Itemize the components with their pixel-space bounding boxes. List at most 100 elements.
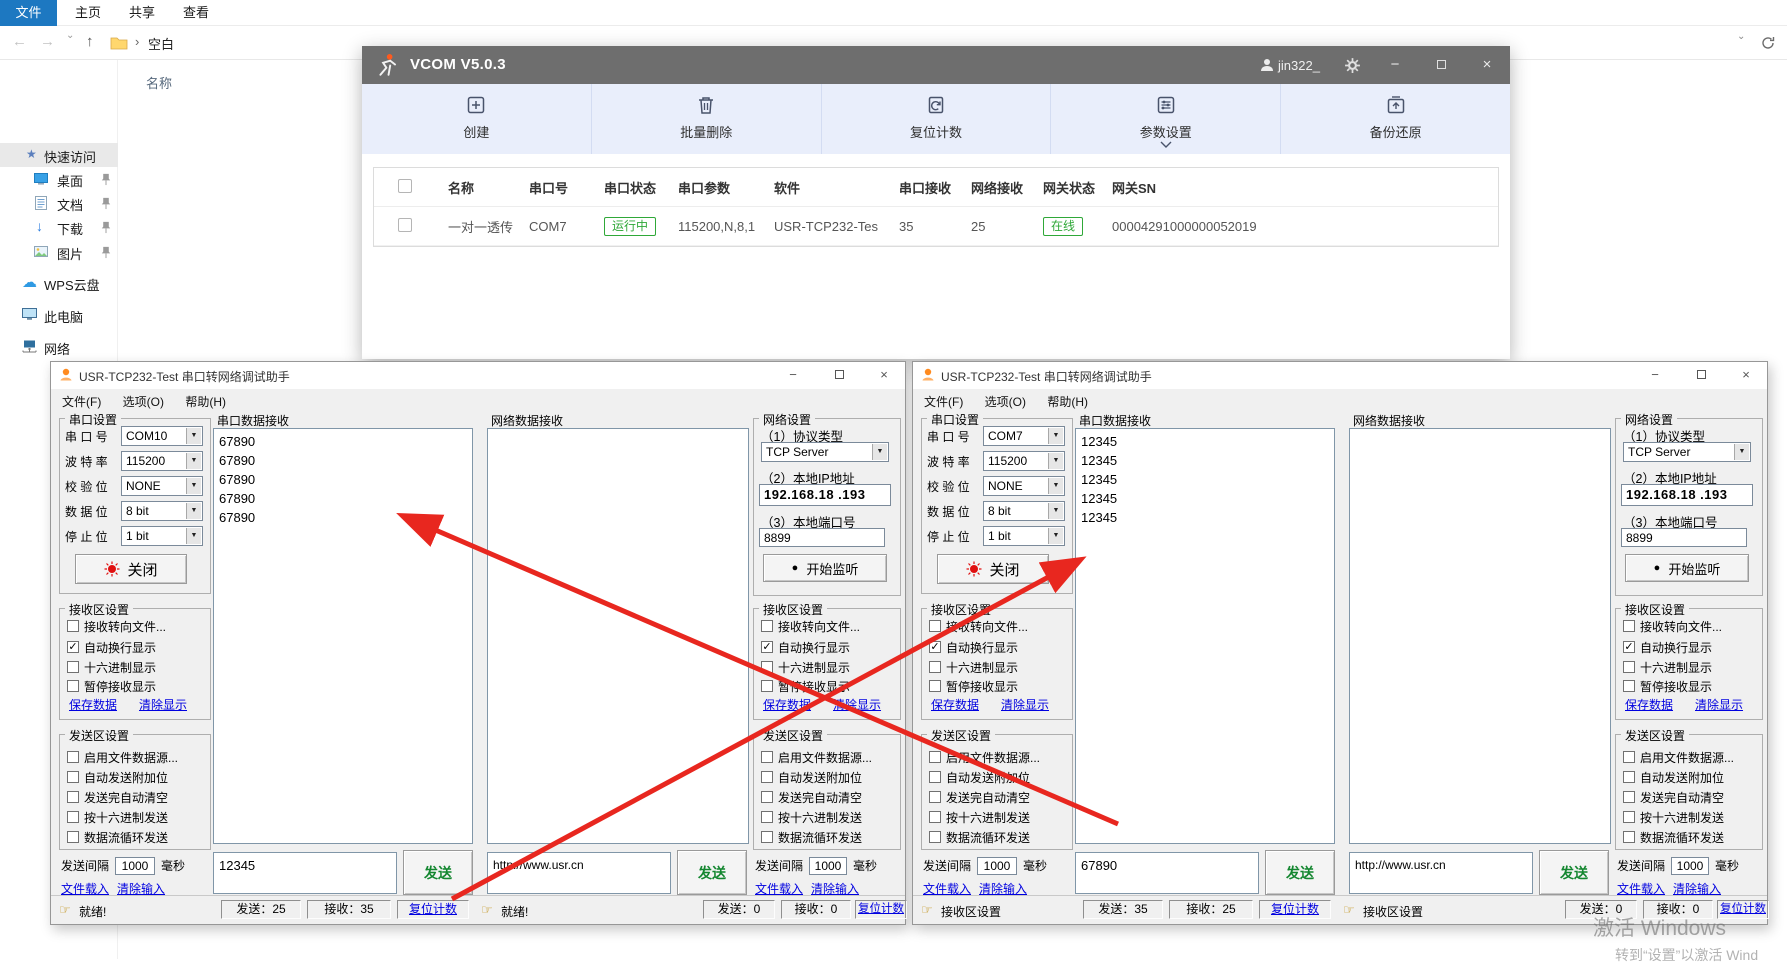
- refresh-icon[interactable]: [1761, 36, 1775, 50]
- toolbar-backup-restore-button[interactable]: 备份还原: [1281, 84, 1510, 154]
- checkbox-clear-after-send[interactable]: 发送完自动清空: [67, 790, 168, 804]
- checkbox-loop-send[interactable]: 数据流循环发送: [761, 830, 862, 844]
- checkbox-hex-display[interactable]: 十六进制显示: [1623, 660, 1712, 674]
- toolbar-param-settings-button[interactable]: 参数设置: [1051, 84, 1281, 154]
- serial-receive-area[interactable]: 67890 67890 67890 67890 67890: [213, 428, 473, 844]
- clear-input-link[interactable]: 清除输入: [979, 880, 1027, 897]
- local-port-input[interactable]: 8899: [1621, 528, 1747, 547]
- checkbox-pause-recv[interactable]: 暂停接收显示: [761, 679, 850, 693]
- serial-send-input[interactable]: 67890: [1075, 852, 1259, 894]
- checkbox-loop-send[interactable]: 数据流循环发送: [1623, 830, 1724, 844]
- checkbox-file-data-source[interactable]: 启用文件数据源...: [1623, 750, 1734, 764]
- checkbox-loop-send[interactable]: 数据流循环发送: [929, 830, 1030, 844]
- clear-input-link[interactable]: 清除输入: [1673, 880, 1721, 897]
- file-load-link[interactable]: 文件载入: [1617, 880, 1665, 897]
- titlebar[interactable]: USR-TCP232-Test 串口转网络调试助手 − ×: [51, 362, 905, 389]
- checkbox-clear-after-send[interactable]: 发送完自动清空: [761, 790, 862, 804]
- parity-select[interactable]: NONE▼: [121, 476, 203, 496]
- stop-bits-select[interactable]: 1 bit▼: [121, 526, 203, 546]
- maximize-button[interactable]: [820, 362, 858, 388]
- checkbox-recv-to-file[interactable]: 接收转向文件...: [761, 619, 860, 633]
- menu-options[interactable]: 选项(O): [114, 389, 173, 410]
- local-port-input[interactable]: 8899: [759, 528, 885, 547]
- checkbox-clear-after-send[interactable]: 发送完自动清空: [1623, 790, 1724, 804]
- start-listen-button[interactable]: ● 开始监听: [1625, 554, 1749, 582]
- clear-display-link[interactable]: 清除显示: [139, 696, 187, 713]
- close-serial-button[interactable]: 关闭: [937, 554, 1049, 584]
- checkbox-pause-recv[interactable]: 暂停接收显示: [67, 679, 156, 693]
- checkbox-pause-recv[interactable]: 暂停接收显示: [929, 679, 1018, 693]
- checkbox-auto-send-append[interactable]: 自动发送附加位: [929, 770, 1030, 784]
- checkbox-file-data-source[interactable]: 启用文件数据源...: [929, 750, 1040, 764]
- checkbox-auto-newline[interactable]: ✓自动换行显示: [1623, 640, 1712, 654]
- tab-share[interactable]: 共享: [120, 0, 164, 26]
- net-reset-count-link[interactable]: 复位计数: [1717, 900, 1769, 919]
- checkbox-auto-send-append[interactable]: 自动发送附加位: [1623, 770, 1724, 784]
- tab-view[interactable]: 查看: [174, 0, 218, 26]
- tab-file[interactable]: 文件: [0, 0, 57, 26]
- parity-select[interactable]: NONE▼: [983, 476, 1065, 496]
- menu-help[interactable]: 帮助(H): [176, 389, 235, 410]
- titlebar[interactable]: USR-TCP232-Test 串口转网络调试助手 − ×: [913, 362, 1767, 389]
- network-receive-area[interactable]: [1349, 428, 1611, 844]
- close-serial-button[interactable]: 关闭: [75, 554, 187, 584]
- serial-send-button[interactable]: 发送: [403, 850, 473, 895]
- sidebar-item-network[interactable]: 网络: [0, 335, 118, 359]
- gear-icon[interactable]: [1344, 57, 1361, 74]
- checkbox-auto-send-append[interactable]: 自动发送附加位: [67, 770, 168, 784]
- row-checkbox[interactable]: [398, 218, 412, 232]
- column-header-name[interactable]: 名称: [146, 73, 172, 92]
- protocol-select[interactable]: TCP Server▼: [1623, 442, 1751, 462]
- serial-reset-count-link[interactable]: 复位计数: [1259, 900, 1331, 919]
- menu-options[interactable]: 选项(O): [976, 389, 1035, 410]
- checkbox-send-as-hex[interactable]: 按十六进制发送: [761, 810, 862, 824]
- address-dropdown-icon[interactable]: ⌄: [1737, 31, 1745, 42]
- data-bits-select[interactable]: 8 bit▼: [121, 501, 203, 521]
- checkbox-auto-newline[interactable]: ✓自动换行显示: [67, 640, 156, 654]
- baud-rate-select[interactable]: 115200▼: [983, 451, 1065, 471]
- close-button[interactable]: ×: [1727, 362, 1765, 388]
- back-icon[interactable]: ←: [12, 33, 27, 50]
- toolbar-create-button[interactable]: 创建: [362, 84, 592, 154]
- clear-input-link[interactable]: 清除输入: [117, 880, 165, 897]
- network-receive-area[interactable]: [487, 428, 749, 844]
- close-button[interactable]: ×: [865, 362, 903, 388]
- checkbox-hex-display[interactable]: 十六进制显示: [761, 660, 850, 674]
- sidebar-item-desktop[interactable]: 桌面: [0, 167, 118, 191]
- local-ip-input[interactable]: 192.168.18 .193: [759, 484, 891, 506]
- breadcrumb[interactable]: 空白: [148, 34, 174, 53]
- save-data-link[interactable]: 保存数据: [931, 696, 979, 713]
- interval-input[interactable]: 1000: [977, 857, 1017, 875]
- save-data-link[interactable]: 保存数据: [1625, 696, 1673, 713]
- net-reset-count-link[interactable]: 复位计数: [855, 900, 907, 919]
- select-all-checkbox[interactable]: [398, 179, 412, 193]
- clear-display-link[interactable]: 清除显示: [833, 696, 881, 713]
- stop-bits-select[interactable]: 1 bit▼: [983, 526, 1065, 546]
- toolbar-reset-count-button[interactable]: 复位计数: [822, 84, 1052, 154]
- minimize-button[interactable]: −: [774, 362, 812, 388]
- interval-input[interactable]: 1000: [809, 857, 847, 875]
- history-chevron-icon[interactable]: ⌄: [66, 30, 74, 41]
- serial-receive-area[interactable]: 12345 12345 12345 12345 12345: [1075, 428, 1335, 844]
- checkbox-hex-display[interactable]: 十六进制显示: [929, 660, 1018, 674]
- menu-file[interactable]: 文件(F): [915, 389, 972, 410]
- tab-home[interactable]: 主页: [66, 0, 110, 26]
- checkbox-file-data-source[interactable]: 启用文件数据源...: [761, 750, 872, 764]
- checkbox-hex-display[interactable]: 十六进制显示: [67, 660, 156, 674]
- interval-input[interactable]: 1000: [115, 857, 155, 875]
- checkbox-file-data-source[interactable]: 启用文件数据源...: [67, 750, 178, 764]
- com-port-select[interactable]: COM10▼: [121, 426, 203, 446]
- save-data-link[interactable]: 保存数据: [69, 696, 117, 713]
- clear-display-link[interactable]: 清除显示: [1001, 696, 1049, 713]
- minimize-button[interactable]: −: [1636, 362, 1674, 388]
- clear-input-link[interactable]: 清除输入: [811, 880, 859, 897]
- checkbox-loop-send[interactable]: 数据流循环发送: [67, 830, 168, 844]
- close-button[interactable]: ×: [1466, 46, 1508, 84]
- vcom-titlebar[interactable]: VCOM V5.0.3 jin322_ − ×: [362, 46, 1510, 84]
- maximize-button[interactable]: [1420, 46, 1462, 84]
- interval-input[interactable]: 1000: [1671, 857, 1709, 875]
- menu-file[interactable]: 文件(F): [53, 389, 110, 410]
- com-port-select[interactable]: COM7▼: [983, 426, 1065, 446]
- checkbox-send-as-hex[interactable]: 按十六进制发送: [67, 810, 168, 824]
- checkbox-send-as-hex[interactable]: 按十六进制发送: [929, 810, 1030, 824]
